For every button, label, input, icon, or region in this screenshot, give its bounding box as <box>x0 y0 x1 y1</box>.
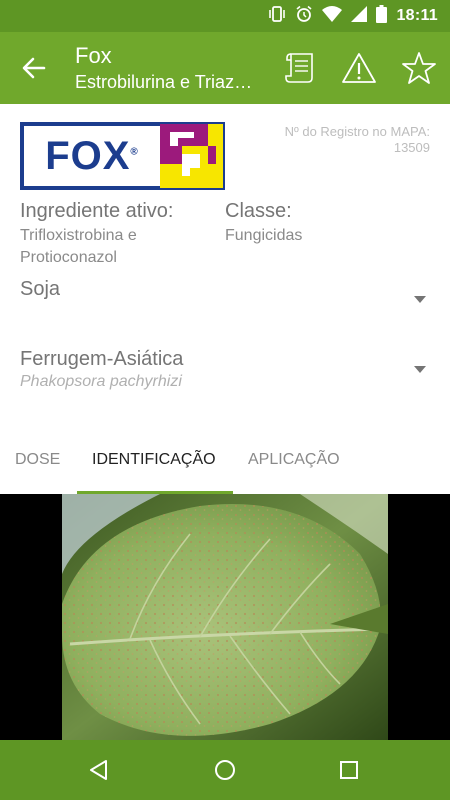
app-bar: Fox Estrobilurina e Triaz… <box>0 32 450 104</box>
product-logo: FOX® <box>20 122 225 190</box>
battery-icon <box>376 4 388 28</box>
wifi-icon <box>322 5 343 28</box>
crop-dropdown-value: Soja <box>20 278 61 300</box>
navigation-bar <box>0 740 450 800</box>
leaf-image <box>62 494 388 740</box>
pest-photo <box>0 494 450 740</box>
classe-value: Fungicidas <box>225 227 303 244</box>
nav-home-icon[interactable] <box>209 754 241 786</box>
classe-label: Classe: <box>225 200 292 222</box>
page-title: Fox <box>75 43 112 68</box>
chevron-down-icon <box>414 296 426 303</box>
logo-mark-icon <box>160 124 223 188</box>
document-icon[interactable] <box>281 48 321 88</box>
chevron-down-icon <box>414 366 426 373</box>
tab-identificacao[interactable]: IDENTIFICAÇÃO <box>92 434 216 486</box>
star-icon[interactable] <box>399 48 439 88</box>
nav-back-icon[interactable] <box>83 754 115 786</box>
pest-dropdown[interactable]: Ferrugem-Asiática Phakopsora pachyrhizi <box>20 348 430 398</box>
signal-icon <box>351 5 368 28</box>
nav-recents-icon[interactable] <box>333 754 365 786</box>
page-subtitle: Estrobilurina e Triaz… <box>75 72 253 92</box>
tab-aplicacao[interactable]: APLICAÇÃO <box>248 434 340 486</box>
ingrediente-value: Trifloxistrobina e Protioconazol <box>20 227 137 266</box>
registro-mapa: Nº do Registro no MAPA: 13509 <box>284 124 430 155</box>
status-bar: 18:11 <box>0 0 450 32</box>
warning-icon[interactable] <box>339 48 379 88</box>
logo-text: FOX® <box>45 133 139 178</box>
clock: 18:11 <box>396 7 438 24</box>
vibrate-icon <box>268 5 286 28</box>
pest-scientific-name: Phakopsora pachyrhizi <box>20 373 182 390</box>
crop-dropdown[interactable]: Soja <box>20 278 430 318</box>
alarm-icon <box>295 5 313 28</box>
back-arrow-icon[interactable] <box>20 54 48 82</box>
tab-bar: DOSE IDENTIFICAÇÃO APLICAÇÃO <box>0 434 450 486</box>
tab-dose[interactable]: DOSE <box>15 434 60 486</box>
pest-dropdown-value: Ferrugem-Asiática <box>20 348 184 370</box>
ingrediente-label: Ingrediente ativo: <box>20 200 174 222</box>
